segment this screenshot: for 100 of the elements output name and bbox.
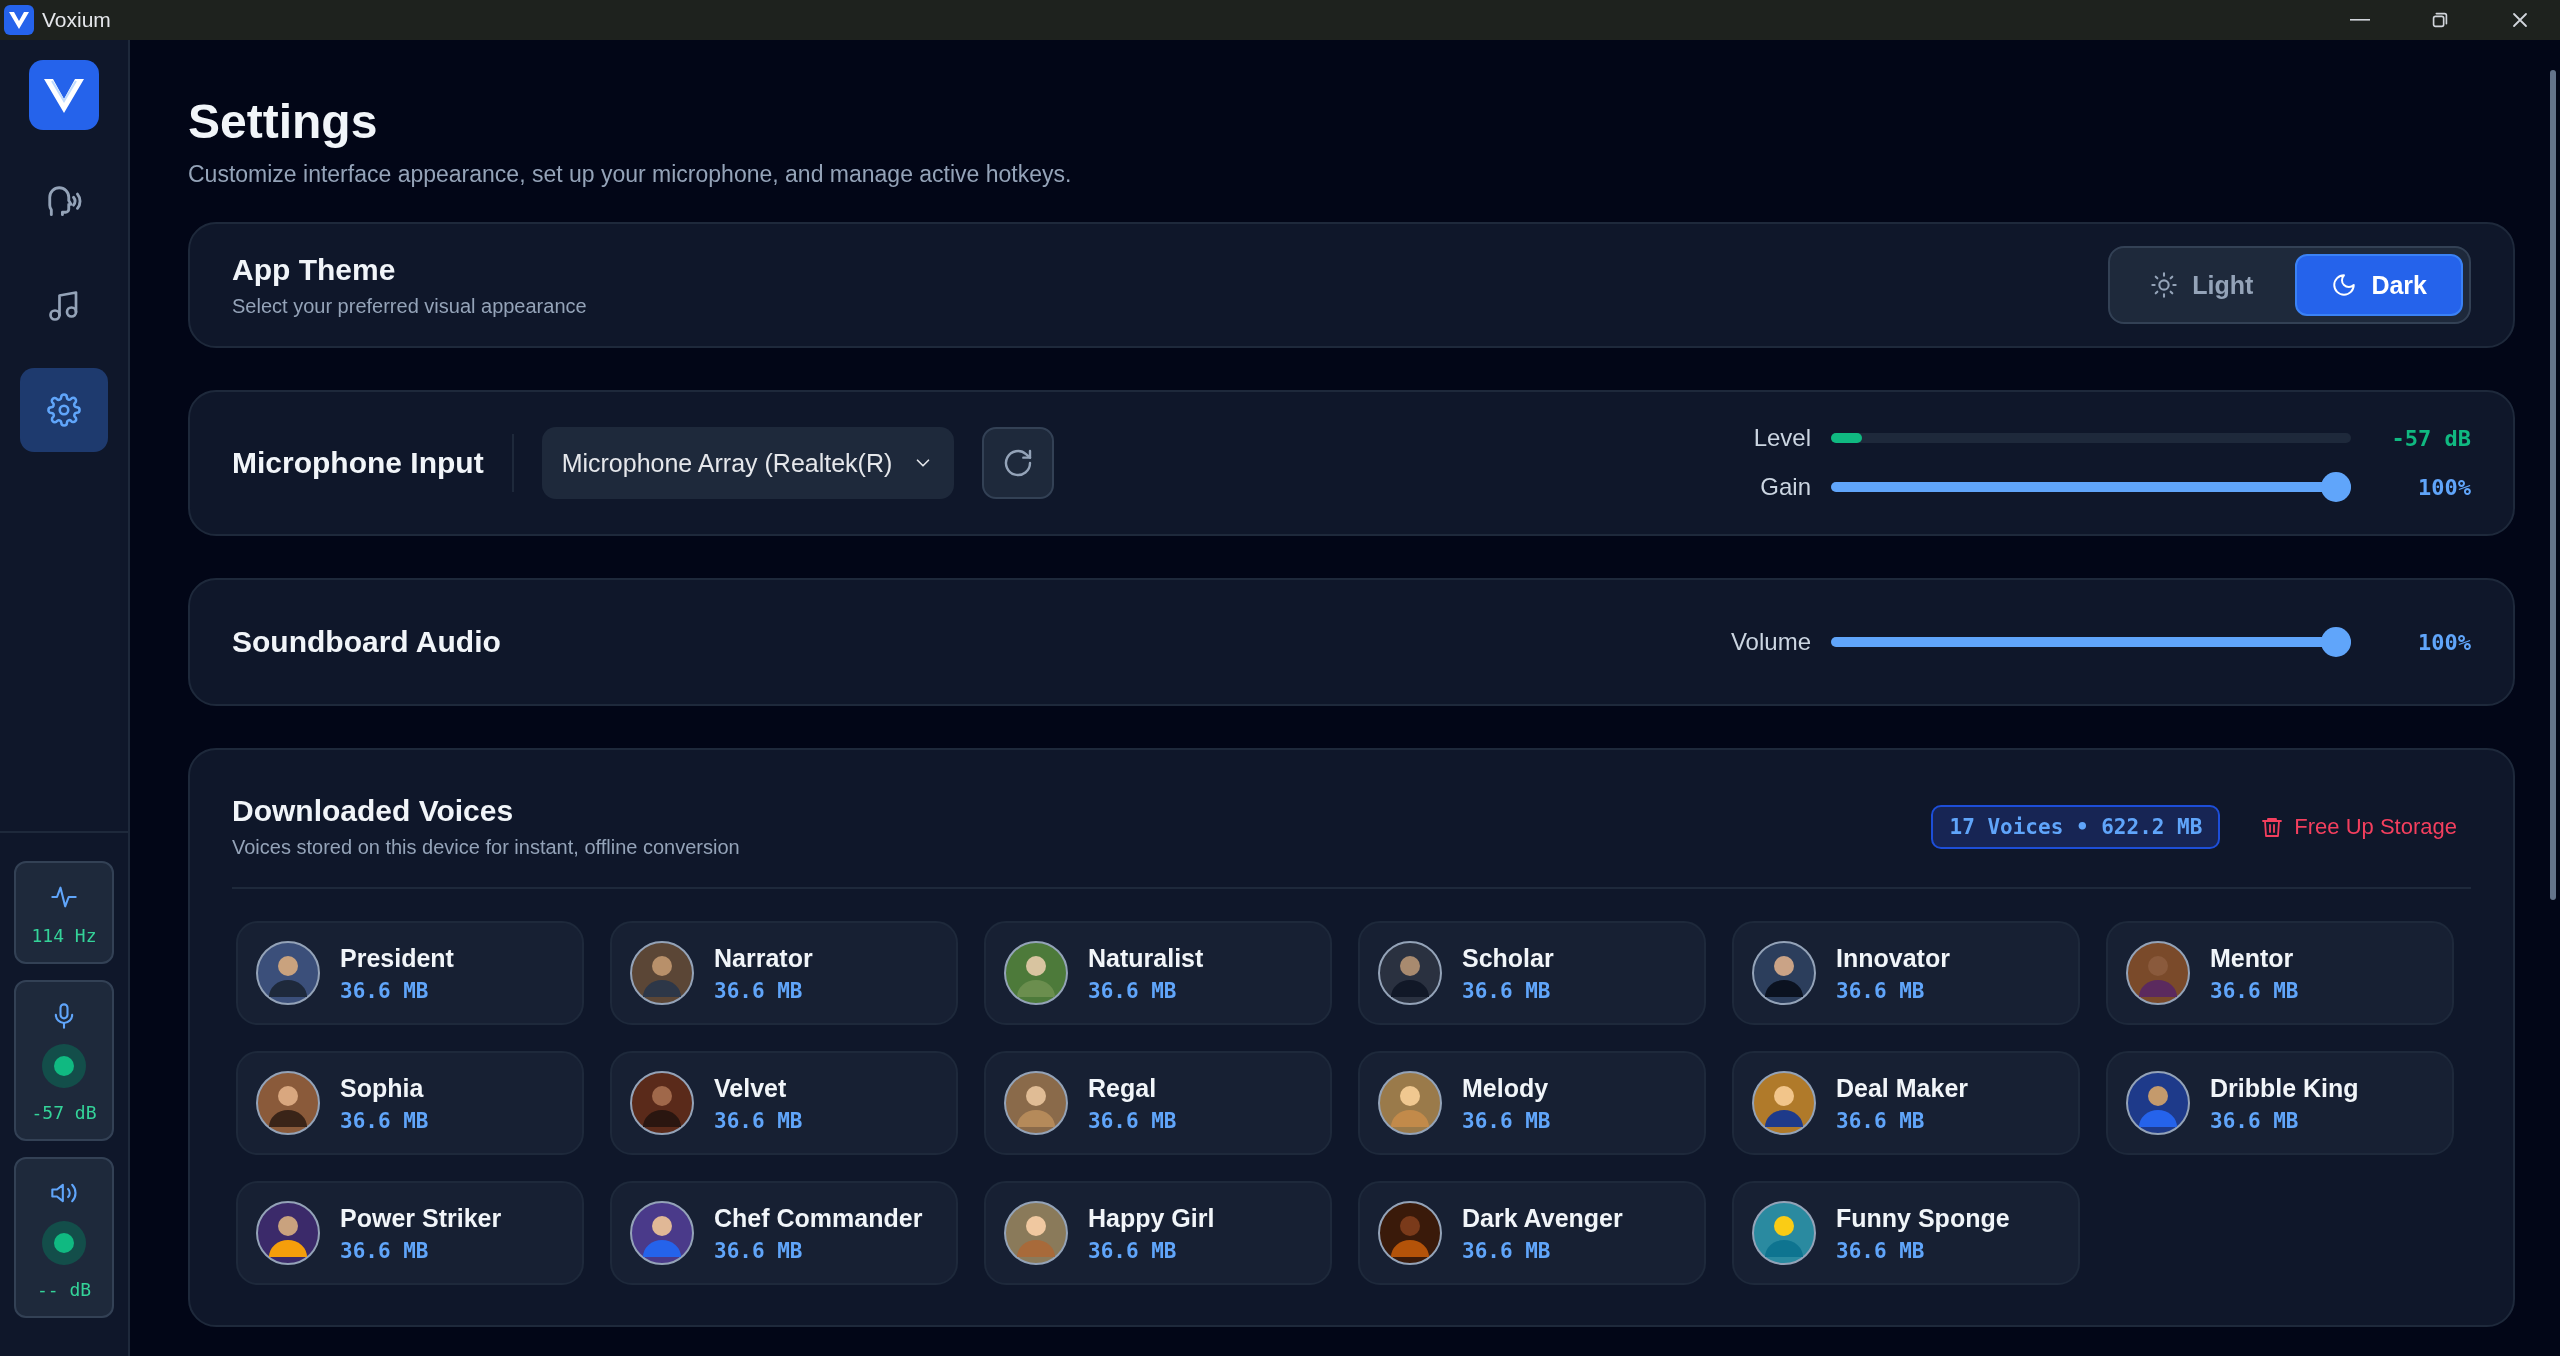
voice-card[interactable]: Narrator 36.6 MB [610,921,958,1025]
avatar [630,1071,694,1135]
page-subtitle: Customize interface appearance, set up your microphone, and manage active hotkeys. [188,161,1073,188]
minimize-icon [2350,19,2370,21]
voice-name: Regal [1088,1073,1158,1103]
voice-card[interactable]: Melody 36.6 MB [1358,1051,1706,1155]
voice-name: Chef Commander [714,1203,923,1233]
slider-thumb[interactable] [2321,627,2351,657]
voice-name: Mentor [2210,943,2295,973]
avatar [1004,1201,1068,1265]
settings-icon [47,393,81,427]
app-logo [4,5,34,35]
avatar [1004,1071,1068,1135]
voice-card[interactable]: Velvet 36.6 MB [610,1051,958,1155]
monitor-reading: -57 dB [31,1102,97,1123]
voice-size: 36.6 MB [1462,1108,1551,1133]
meter-reading: 100% [2417,474,2471,500]
voice-card[interactable]: Happy Girl 36.6 MB [984,1181,1332,1285]
voice-size: 36.6 MB [714,1238,804,1263]
refresh-button[interactable] [982,427,1055,499]
avatar [256,941,320,1005]
voice-card[interactable]: Dribble King 36.6 MB [2106,1051,2454,1155]
page-title: Settings [188,94,379,149]
card-subtitle: Select your preferred visual appearance [232,294,587,318]
window-title: Voxium [42,8,112,32]
avatar [630,1201,694,1265]
voice-card[interactable]: Naturalist 36.6 MB [984,921,1332,1025]
theme-option[interactable]: Light [2116,254,2288,316]
voice-name: Velvet [714,1073,788,1103]
voice-card[interactable]: Mentor 36.6 MB [2106,921,2454,1025]
moon-icon [2331,272,2358,298]
card-title: Downloaded Voices [232,794,515,828]
status-indicator [42,1044,86,1088]
voice-name: President [340,943,454,973]
voice-size: 36.6 MB [1836,1108,1926,1133]
nav-button[interactable] [20,368,108,452]
voice-name: Narrator [714,943,813,973]
voice-card[interactable]: Regal 36.6 MB [984,1051,1332,1155]
voice-size: 36.6 MB [2210,1108,2300,1133]
voice-name: Dark Avenger [1462,1203,1623,1233]
voice-size: 36.6 MB [1836,1238,1926,1263]
voice-size: 36.6 MB [2210,978,2299,1003]
voice-name: Power Striker [340,1203,502,1233]
voice-size: 36.6 MB [1088,978,1178,1003]
sun-icon [2150,271,2179,299]
voice-name: Melody [1462,1073,1550,1103]
voice-name: Sophia [340,1073,425,1103]
voice-card[interactable]: Chef Commander 36.6 MB [610,1181,958,1285]
voice-card[interactable]: Scholar 36.6 MB [1358,921,1706,1025]
voice-size: 36.6 MB [340,978,430,1003]
card-title: Microphone Input [232,446,484,480]
storage-badge: 17 Voices • 622.2 MB [1931,804,2221,849]
voice-size: 36.6 MB [714,978,804,1003]
voice-name: Deal Maker [1836,1073,1969,1103]
card-subtitle: Voices stored on this device for instant, offline conversion [232,836,740,859]
voice-card[interactable]: Sophia 36.6 MB [236,1051,584,1155]
avatar [2126,1071,2190,1135]
voice-card[interactable]: Deal Maker 36.6 MB [1732,1051,2080,1155]
voice-size: 36.6 MB [1462,1238,1552,1263]
voice-card[interactable]: President 36.6 MB [236,921,584,1025]
voice-name: Innovator [1836,943,1950,973]
avatar [630,941,694,1005]
meter-label: Volume [1730,628,1811,656]
card-title: App Theme [232,252,397,287]
avatar [1752,1071,1816,1135]
card-title: Soundboard Audio [232,625,501,659]
voice-name: Happy Girl [1088,1203,1215,1233]
voice-size: 36.6 MB [1088,1238,1178,1263]
meter-label: Level [1753,424,1811,452]
voice-card[interactable]: Innovator 36.6 MB [1732,921,2080,1025]
voice-size: 36.6 MB [714,1108,803,1133]
app-logo[interactable] [29,60,99,130]
voice-size: 36.6 MB [1836,978,1926,1003]
monitor-reading: -- dB [36,1279,92,1300]
voice-name: Naturalist [1088,943,1204,973]
voice-card[interactable]: Funny Sponge 36.6 MB [1732,1181,2080,1285]
voice-size: 36.6 MB [1088,1108,1177,1133]
voice-size: 36.6 MB [1462,978,1552,1003]
avatar [1378,1201,1442,1265]
slider[interactable] [1831,472,2351,502]
voice-name: Funny Sponge [1836,1203,2010,1233]
slider[interactable] [1831,627,2351,657]
voice-size: 36.6 MB [340,1238,430,1263]
voice-card[interactable]: Power Striker 36.6 MB [236,1181,584,1285]
meter-reading: 100% [2417,629,2471,655]
scrollbar[interactable] [2550,70,2556,900]
avatar [1378,941,1442,1005]
slider-thumb[interactable] [2321,472,2351,502]
voice-card[interactable]: Dark Avenger 36.6 MB [1358,1181,1706,1285]
monitor-reading: 114 Hz [31,925,97,946]
avatar [1004,941,1068,1005]
free-storage-button[interactable]: Free Up Storage [2246,813,2471,840]
theme-option[interactable]: Dark [2295,254,2463,316]
voice-name: Scholar [1462,943,1554,973]
meter-label: Gain [1759,473,1811,501]
meter-reading: -57 dB [2390,425,2471,451]
avatar [1752,941,1816,1005]
device-dropdown[interactable]: Microphone Array (Realtek(R) [541,427,955,499]
voice-size: 36.6 MB [340,1108,429,1133]
avatar [256,1071,320,1135]
